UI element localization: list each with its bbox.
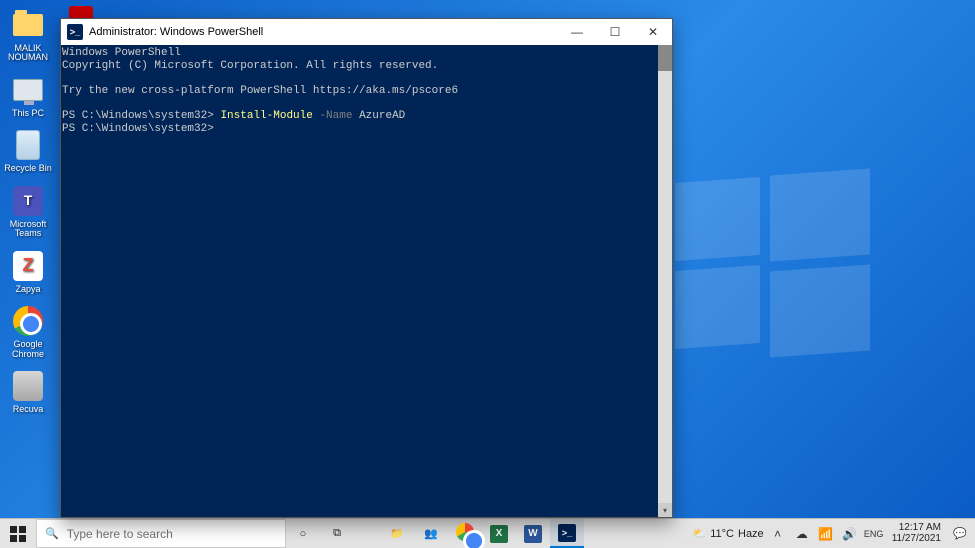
pc-icon: [11, 73, 45, 107]
desktop-icon-label: This PC: [12, 109, 44, 118]
terminal-line: Windows PowerShell: [62, 47, 181, 59]
powershell-icon: >_: [67, 24, 83, 40]
tray-language-icon[interactable]: ENG: [864, 529, 884, 539]
teams-icon: 👥: [424, 527, 438, 540]
desktop-icon-zapya[interactable]: Z Zapya: [2, 249, 54, 294]
taskbar-app-excel[interactable]: X: [482, 519, 516, 548]
titlebar[interactable]: >_ Administrator: Windows PowerShell — ☐…: [61, 19, 672, 45]
tray-volume-icon[interactable]: 🔊: [840, 527, 860, 541]
terminal-prompt: PS C:\Windows\system32>: [62, 123, 220, 135]
search-icon: 🔍: [45, 527, 59, 540]
desktop-icon-label: Google Chrome: [2, 340, 54, 359]
weather-condition: Haze: [738, 528, 764, 540]
tray-wifi-icon[interactable]: 📶: [816, 527, 836, 541]
desktop-icon-label: Recuva: [13, 405, 44, 414]
taskbar: 🔍 ○ ⧉ 📁 👥 X W >_ ⛅ 11°C Haze ˄ ☁ 📶 🔊 ENG…: [0, 518, 975, 548]
windows-wallpaper-logo: [675, 170, 875, 350]
scrollbar-thumb[interactable]: [658, 45, 672, 71]
clock-time: 12:17 AM: [892, 523, 941, 534]
desktop-icon-recuva[interactable]: Recuva: [2, 369, 54, 414]
weather-icon: ⛅: [693, 527, 707, 540]
search-input[interactable]: [67, 527, 277, 541]
weather-temp: 11°C: [710, 528, 734, 540]
recycle-bin-icon: [11, 128, 45, 162]
scrollbar-down[interactable]: ▾: [658, 503, 672, 517]
close-button[interactable]: ✕: [634, 19, 672, 45]
powershell-icon: >_: [558, 524, 576, 542]
desktop-icon-label: Recycle Bin: [4, 164, 52, 173]
powershell-window[interactable]: >_ Administrator: Windows PowerShell — ☐…: [60, 18, 673, 518]
terminal-body: Windows PowerShell Copyright (C) Microso…: [61, 45, 672, 517]
system-tray: ⛅ 11°C Haze ˄ ☁ 📶 🔊 ENG 12:17 AM 11/27/2…: [693, 519, 975, 548]
tray-chevron-up-icon[interactable]: ˄: [768, 527, 788, 541]
cortana-button[interactable]: ○: [286, 519, 320, 548]
search-box[interactable]: 🔍: [36, 519, 286, 548]
terminal-content[interactable]: Windows PowerShell Copyright (C) Microso…: [61, 45, 658, 517]
recuva-icon: [11, 369, 45, 403]
taskbar-app-explorer[interactable]: 📁: [380, 519, 414, 548]
excel-icon: X: [490, 525, 508, 543]
desktop-icon-label: Zapya: [15, 285, 40, 294]
maximize-button[interactable]: ☐: [596, 19, 634, 45]
task-view-button[interactable]: ⧉: [320, 519, 354, 548]
tray-onedrive-icon[interactable]: ☁: [792, 527, 812, 541]
chrome-icon: [11, 304, 45, 338]
word-icon: W: [524, 525, 542, 543]
terminal-line: Try the new cross-platform PowerShell ht…: [62, 85, 458, 97]
desktop-icon-this-pc[interactable]: This PC: [2, 73, 54, 118]
folder-icon: 📁: [390, 527, 404, 540]
scrollbar[interactable]: ▾: [658, 45, 672, 517]
desktop-icon-teams[interactable]: T Microsoft Teams: [2, 184, 54, 239]
terminal-line: PS C:\Windows\system32> Install-Module -…: [62, 110, 405, 122]
desktop-icon-recycle-bin[interactable]: Recycle Bin: [2, 128, 54, 173]
windows-icon: [10, 526, 26, 542]
terminal-line: Copyright (C) Microsoft Corporation. All…: [62, 60, 438, 72]
chrome-icon: [456, 523, 474, 544]
desktop-icons: MALIK NOUMAN This PC Recycle Bin T Micro…: [0, 4, 56, 418]
desktop-icon-label: MALIK NOUMAN: [2, 44, 54, 63]
clock-date: 11/27/2021: [892, 534, 941, 545]
taskbar-app-powershell[interactable]: >_: [550, 519, 584, 548]
start-button[interactable]: [0, 519, 36, 548]
teams-icon: T: [11, 184, 45, 218]
window-title: Administrator: Windows PowerShell: [89, 26, 558, 38]
folder-icon: [11, 8, 45, 42]
clock[interactable]: 12:17 AM 11/27/2021: [888, 523, 945, 544]
weather-widget[interactable]: ⛅ 11°C Haze: [693, 527, 764, 540]
taskbar-app-teams[interactable]: 👥: [414, 519, 448, 548]
taskbar-app-chrome[interactable]: [448, 519, 482, 548]
zapya-icon: Z: [11, 249, 45, 283]
desktop-icon-chrome[interactable]: Google Chrome: [2, 304, 54, 359]
desktop-icon-label: Microsoft Teams: [2, 220, 54, 239]
notifications-button[interactable]: 💬: [949, 527, 971, 540]
desktop-icon-user-folder[interactable]: MALIK NOUMAN: [2, 8, 54, 63]
desktop[interactable]: MALIK NOUMAN This PC Recycle Bin T Micro…: [0, 0, 975, 518]
minimize-button[interactable]: —: [558, 19, 596, 45]
taskbar-app-word[interactable]: W: [516, 519, 550, 548]
